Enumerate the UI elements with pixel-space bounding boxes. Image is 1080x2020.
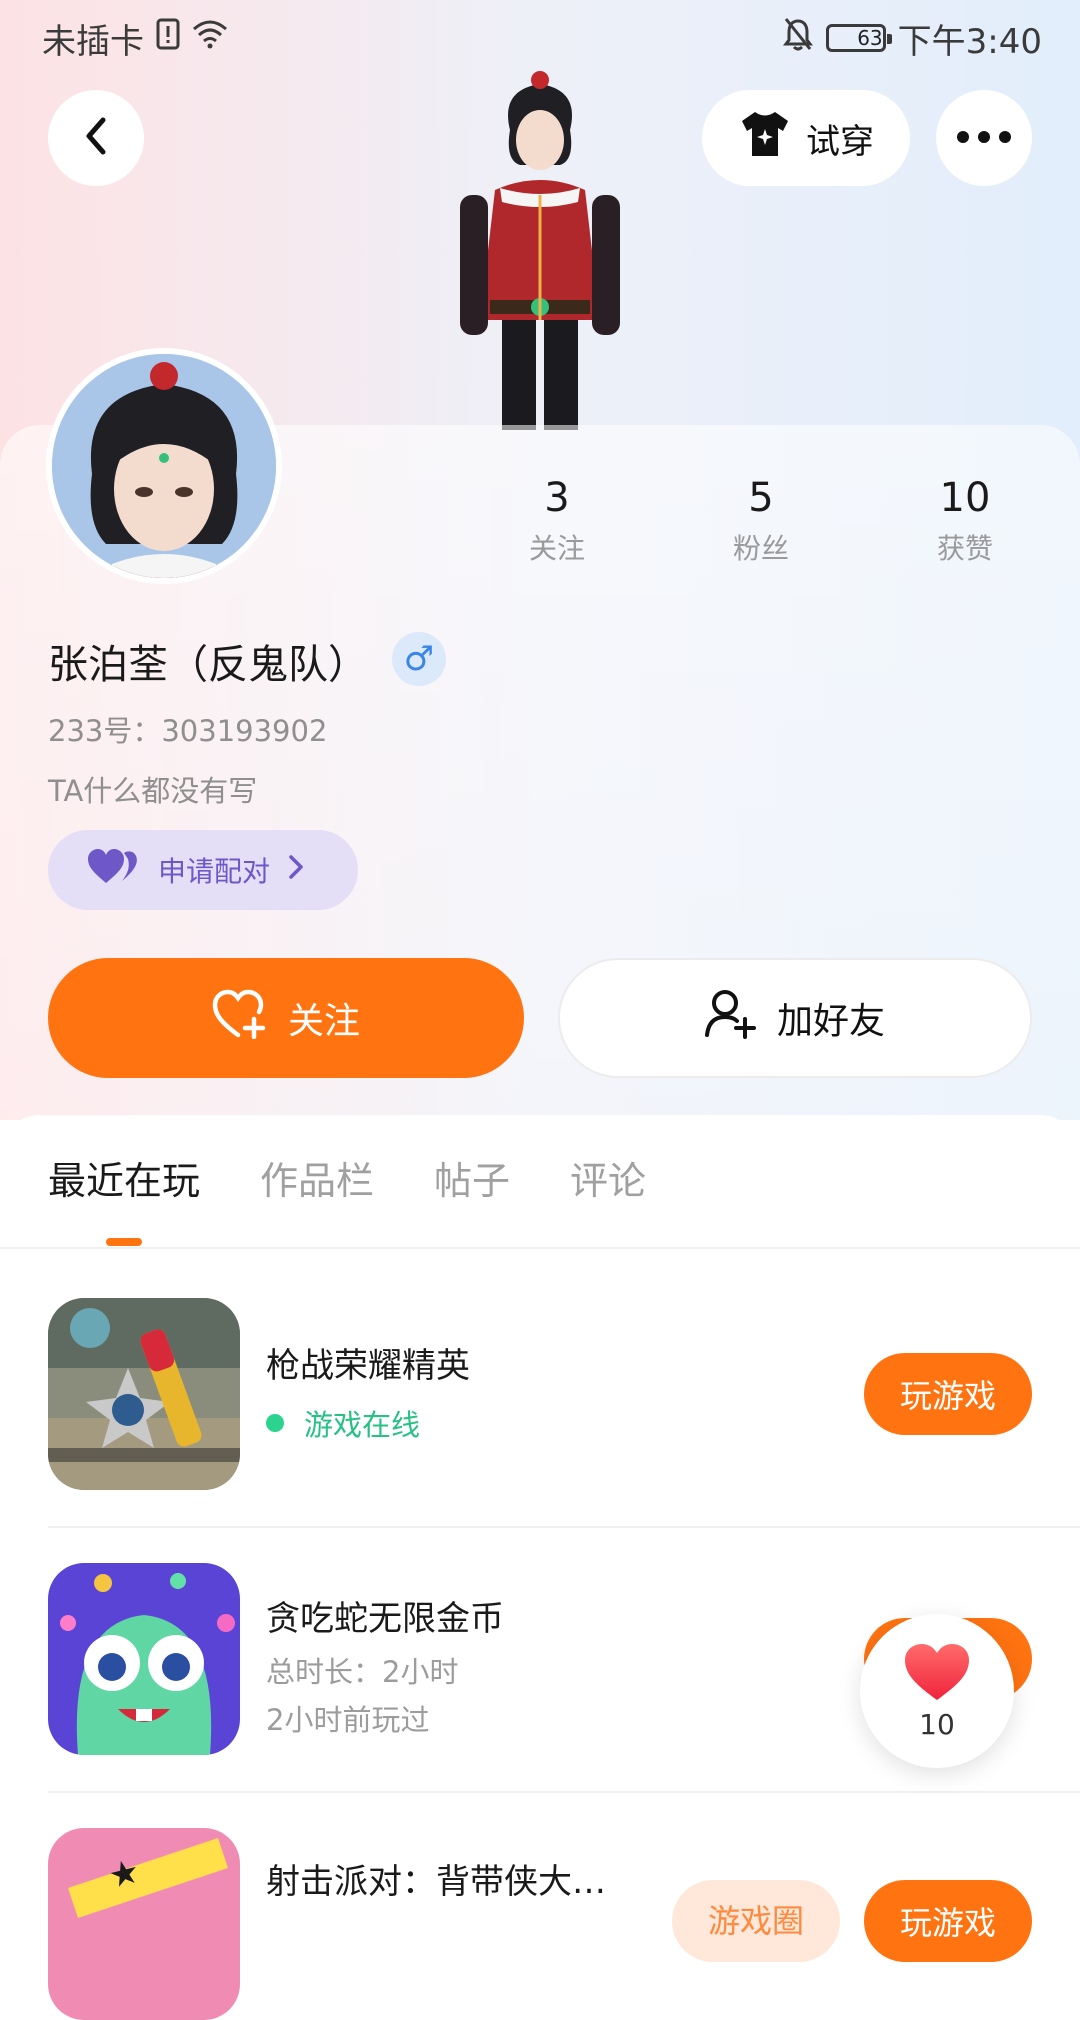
chevron-left-icon — [81, 116, 111, 160]
tshirt-icon — [738, 109, 792, 168]
game-icon-snake — [48, 1563, 240, 1755]
online-status-label: 游戏在线 — [304, 1408, 421, 1442]
online-dot-icon — [266, 1414, 284, 1432]
add-user-icon — [704, 989, 757, 1048]
user-bio: TA什么都没有写 — [48, 774, 258, 808]
tab-recently-played[interactable]: 最近在玩 — [48, 1150, 200, 1213]
more-button[interactable] — [936, 90, 1032, 186]
play-game-button[interactable]: 玩游戏 — [864, 1353, 1032, 1435]
user-name: 张泊荃（反鬼队） — [48, 642, 368, 688]
stat-likes[interactable]: 10 获赞 — [885, 475, 1045, 567]
mute-bell-icon — [782, 17, 814, 60]
game-icon-gun-battle — [48, 1298, 240, 1490]
heart-plus-icon — [212, 989, 268, 1048]
status-bar: 未插卡 63 下午3:40 — [0, 0, 1080, 76]
stat-following[interactable]: 3 关注 — [477, 475, 637, 567]
follow-button[interactable]: 关注 — [48, 958, 524, 1078]
tab-comments[interactable]: 评论 — [570, 1150, 646, 1213]
stat-value: 10 — [939, 475, 991, 521]
like-button[interactable]: 10 — [860, 1614, 1014, 1768]
back-button[interactable] — [48, 90, 144, 186]
active-tab-indicator — [106, 1238, 142, 1246]
game-list-item[interactable]: 枪战荣耀精英 游戏在线 玩游戏 — [48, 1298, 1032, 1490]
chevron-right-icon — [288, 854, 304, 887]
play-game-button[interactable]: 玩游戏 — [864, 1880, 1032, 1962]
game-title: 射击派对：背带侠大… — [266, 1862, 606, 1902]
carrier-text: 未插卡 — [42, 21, 144, 62]
game-icon-shooting-party: ★ — [48, 1828, 240, 2020]
clock-time: 下午3:40 — [897, 21, 1042, 62]
stat-value: 5 — [748, 475, 774, 521]
divider — [48, 1791, 1080, 1793]
add-friend-button[interactable]: 加好友 — [558, 958, 1032, 1078]
heart-icon — [903, 1642, 971, 1706]
follow-label: 关注 — [287, 1001, 360, 1042]
tab-posts[interactable]: 帖子 — [434, 1150, 510, 1213]
stat-label: 关注 — [528, 532, 585, 565]
user-id: 233号：303193902 — [48, 714, 328, 748]
more-dots-icon — [956, 129, 1012, 148]
divider — [0, 1247, 1080, 1249]
request-pair-label: 申请配对 — [158, 855, 271, 888]
add-friend-label: 加好友 — [776, 1001, 885, 1042]
game-title: 贪吃蛇无限金币 — [266, 1599, 504, 1639]
stat-followers[interactable]: 5 粉丝 — [681, 475, 841, 567]
avatar[interactable] — [46, 348, 282, 584]
online-status: 游戏在线 — [266, 1402, 420, 1444]
content-panel — [0, 1115, 1080, 1920]
divider — [48, 1526, 1080, 1528]
game-circle-button[interactable]: 游戏圈 — [672, 1880, 840, 1962]
last-played: 2小时前玩过 — [266, 1703, 430, 1737]
wifi-icon — [192, 18, 228, 58]
battery-icon: 63 — [825, 24, 892, 52]
game-title: 枪战荣耀精英 — [266, 1346, 470, 1386]
stat-label: 粉丝 — [732, 532, 789, 565]
male-gender-icon: ♂ — [392, 632, 446, 686]
avatar-character-figure — [440, 70, 640, 430]
request-pair-button[interactable]: 申请配对 — [48, 830, 358, 910]
sim-alert-icon — [156, 18, 180, 59]
tab-works[interactable]: 作品栏 — [260, 1150, 374, 1213]
avatar-image — [52, 354, 276, 578]
tab-bar: 最近在玩 作品栏 帖子 评论 — [48, 1150, 646, 1213]
play-duration: 总时长：2小时 — [266, 1655, 459, 1689]
like-count: 10 — [919, 1707, 955, 1741]
try-on-button[interactable]: 试穿 — [702, 90, 910, 186]
double-heart-icon — [88, 848, 140, 892]
stat-value: 3 — [544, 475, 570, 521]
stat-label: 获赞 — [936, 532, 993, 565]
try-on-label: 试穿 — [806, 121, 874, 162]
battery-level: 63 — [857, 26, 883, 50]
